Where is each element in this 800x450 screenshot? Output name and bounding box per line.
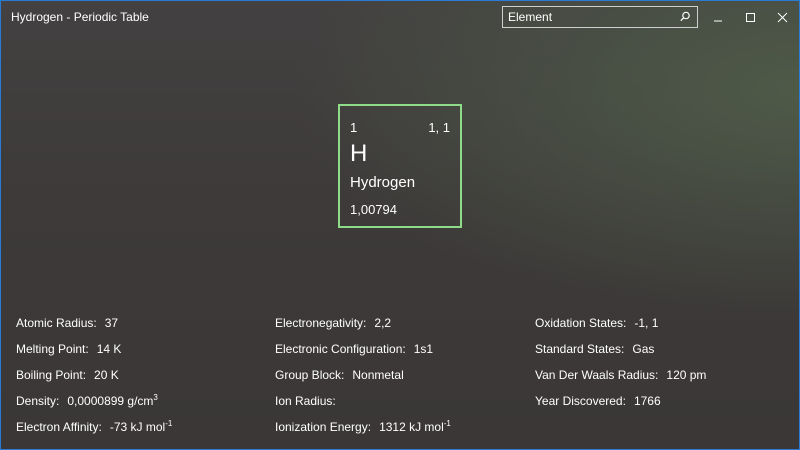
- property-value: -73 kJ mol-1: [109, 419, 173, 435]
- search-icon[interactable]: [677, 9, 693, 25]
- property-density: Density: 0,0000899 g/cm3: [16, 393, 158, 409]
- close-button[interactable]: [768, 6, 798, 30]
- table-position: 1, 1: [428, 120, 450, 135]
- property-value: -1, 1: [634, 316, 659, 330]
- property-label: Oxidation States:: [535, 316, 627, 330]
- close-icon: [777, 12, 788, 23]
- property-label: Ion Radius:: [275, 394, 336, 408]
- property-van-der-waals-radius: Van Der Waals Radius: 120 pm: [535, 368, 706, 382]
- property-ionization-energy: Ionization Energy: 1312 kJ mol-1: [275, 419, 451, 435]
- property-boiling-point: Boiling Point: 20 K: [16, 368, 119, 382]
- search-box[interactable]: [502, 6, 698, 28]
- property-oxidation-states: Oxidation States: -1, 1: [535, 316, 658, 330]
- property-label: Ionization Energy:: [275, 420, 372, 434]
- property-label: Year Discovered:: [535, 394, 626, 408]
- property-electron-affinity: Electron Affinity: -73 kJ mol-1: [16, 419, 173, 435]
- minimize-icon: [714, 20, 722, 22]
- property-value: 120 pm: [666, 368, 707, 382]
- property-value: Nonmetal: [352, 368, 404, 382]
- property-value: 1766: [633, 394, 661, 408]
- property-label: Boiling Point:: [16, 368, 87, 382]
- atomic-mass: 1,00794: [350, 202, 397, 217]
- property-label: Electron Affinity:: [16, 420, 102, 434]
- maximize-button[interactable]: [736, 6, 766, 30]
- property-electronegativity: Electronegativity: 2,2: [275, 316, 391, 330]
- element-name: Hydrogen: [350, 174, 416, 191]
- property-year-discovered: Year Discovered: 1766: [535, 394, 661, 408]
- element-symbol: H: [350, 140, 368, 167]
- property-value: 0,0000899 g/cm3: [67, 393, 158, 409]
- property-ion-radius: Ion Radius:: [275, 394, 344, 408]
- property-value: 2,2: [374, 316, 392, 330]
- property-melting-point: Melting Point: 14 K: [16, 342, 121, 356]
- property-label: Standard States:: [535, 342, 625, 356]
- maximize-icon: [746, 13, 755, 22]
- search-input[interactable]: [503, 7, 673, 27]
- property-label: Density:: [16, 394, 60, 408]
- property-value: 1s1: [413, 342, 434, 356]
- element-card[interactable]: 1 1, 1 H Hydrogen 1,00794: [338, 104, 462, 228]
- property-value: 1312 kJ mol-1: [379, 419, 451, 435]
- property-value: 37: [104, 316, 119, 330]
- atomic-number: 1: [350, 120, 358, 135]
- property-group-block: Group Block: Nonmetal: [275, 368, 404, 382]
- minimize-button[interactable]: [704, 6, 734, 30]
- property-label: Electronegativity:: [275, 316, 367, 330]
- title-bar: Hydrogen - Periodic Table: [0, 0, 800, 34]
- property-value: 14 K: [96, 342, 122, 356]
- property-label: Electronic Configuration:: [275, 342, 406, 356]
- property-label: Atomic Radius:: [16, 316, 97, 330]
- property-value: 20 K: [94, 368, 119, 382]
- property-label: Group Block:: [275, 368, 345, 382]
- property-standard-states: Standard States: Gas: [535, 342, 654, 356]
- property-label: Melting Point:: [16, 342, 89, 356]
- property-electronic-configuration: Electronic Configuration: 1s1: [275, 342, 433, 356]
- property-value: Gas: [632, 342, 655, 356]
- property-atomic-radius: Atomic Radius: 37: [16, 316, 118, 330]
- window-title: Hydrogen - Periodic Table: [11, 10, 149, 24]
- property-label: Van Der Waals Radius:: [535, 368, 659, 382]
